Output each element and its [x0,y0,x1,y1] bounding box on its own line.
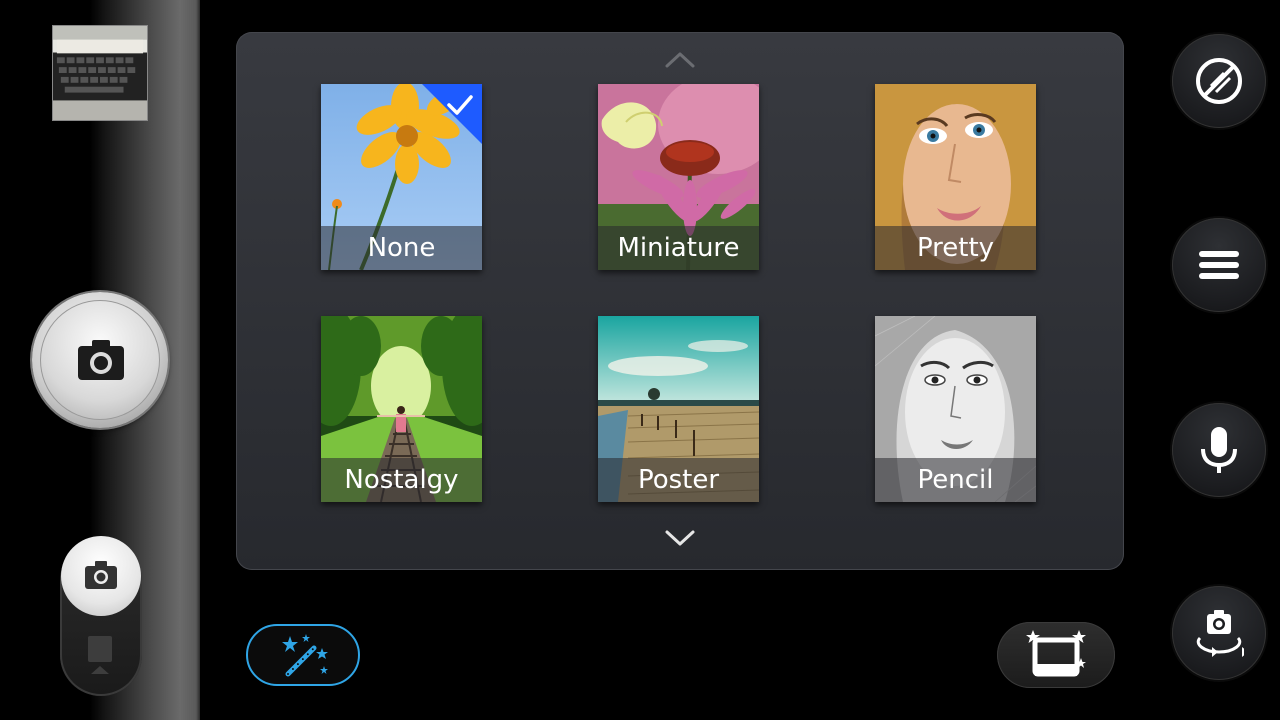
effects-panel: None Miniature Pretty Nostalgy Poster Pe… [236,32,1124,570]
video-mode-icon [88,636,112,674]
switch-camera-icon [1196,610,1244,657]
flash-off-icon [1196,58,1242,104]
effect-tile-poster[interactable]: Poster [598,316,759,502]
microphone-icon [1201,427,1237,473]
camera-mode-icon [85,561,117,589]
shutter-button-face [40,300,160,420]
effect-label: Poster [598,458,759,502]
chevron-down-icon[interactable] [664,528,696,548]
photo-video-mode-switch[interactable] [60,536,142,696]
flash-toggle-button[interactable] [1172,34,1266,128]
gallery-thumbnail[interactable] [52,25,148,121]
mode-switch-knob[interactable] [61,536,141,616]
shutter-button[interactable] [32,292,168,428]
thumbnail-image [53,26,147,120]
effect-label: Miniature [598,226,759,270]
settings-menu-button[interactable] [1172,218,1266,312]
effects-toggle-button[interactable] [246,624,360,686]
voice-command-button[interactable] [1172,403,1266,497]
effect-tile-nostalgy[interactable]: Nostalgy [321,316,482,502]
switch-camera-button[interactable] [1172,586,1266,680]
check-icon [447,95,473,115]
effect-label: Pretty [875,226,1036,270]
effect-tile-none[interactable]: None [321,84,482,270]
menu-icon [1199,251,1239,279]
magic-wand-icon [282,634,328,677]
effect-label: Pencil [875,458,1036,502]
chevron-up-icon[interactable] [664,50,696,70]
frame-button[interactable] [997,622,1115,688]
effect-tile-miniature[interactable]: Miniature [598,84,759,270]
effect-label: Nostalgy [321,458,482,502]
camera-icon [78,340,124,380]
effect-tile-pretty[interactable]: Pretty [875,84,1036,270]
left-rail [0,0,200,720]
effect-label: None [321,226,482,270]
frame-sparkle-icon [1026,630,1086,677]
effect-tile-pencil[interactable]: Pencil [875,316,1036,502]
